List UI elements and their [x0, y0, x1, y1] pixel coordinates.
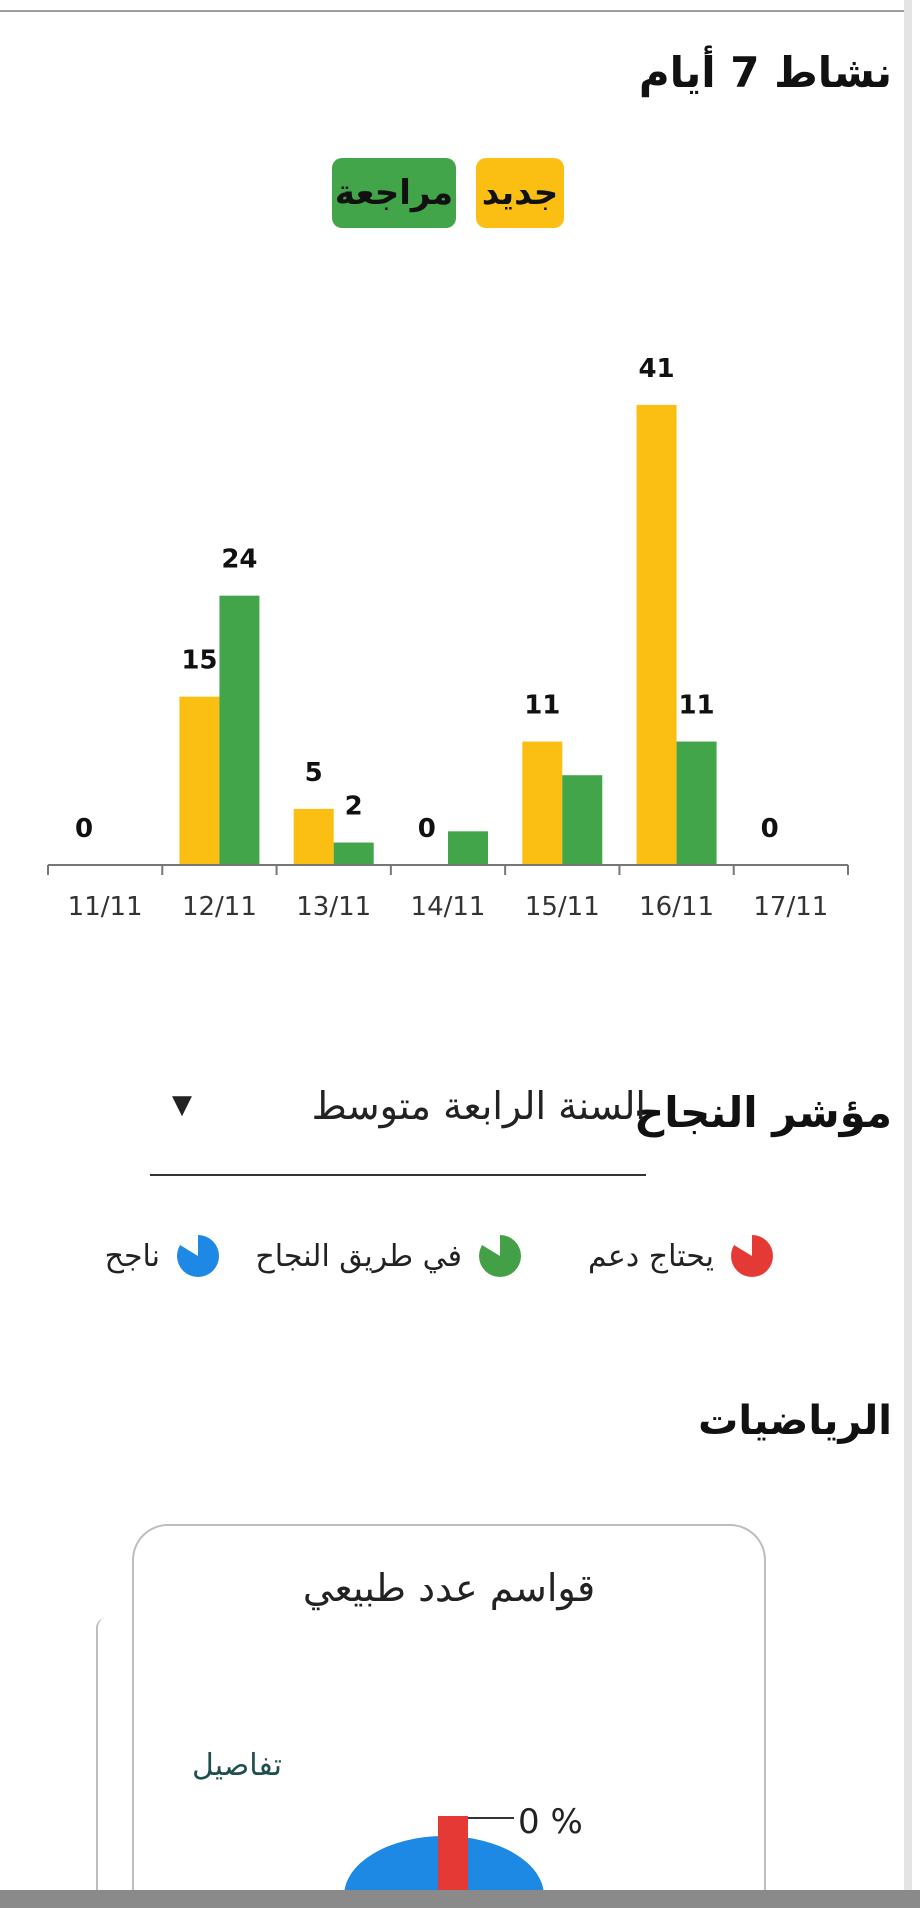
chart-data-label: 2 [345, 792, 363, 822]
chart-x-tick-label: 13/11 [296, 892, 371, 922]
chart-x-tick-label: 15/11 [525, 892, 600, 922]
legend-successful-label: ناجح [104, 1238, 160, 1274]
chart-bar [636, 404, 677, 865]
pie-blue-icon [177, 1234, 219, 1277]
legend-new-chip[interactable]: جديد [476, 158, 564, 228]
chart-x-tick-label: 12/11 [182, 892, 257, 922]
chart-data-label: 41 [638, 354, 674, 384]
chart-x-tick-label: 16/11 [639, 892, 714, 922]
legend-needs-support: يحتاج دعم [588, 1232, 776, 1280]
chart-bar [448, 831, 488, 865]
chart-bar [676, 741, 717, 865]
grade-level-dropdown[interactable]: السنة الرابعة متوسط ▼ [150, 1080, 646, 1176]
lesson-card[interactable]: قواسم عدد طبيعي تفاصيل 0 % [132, 1524, 766, 1892]
chart-bar [179, 696, 220, 865]
previous-card-edge[interactable] [96, 1618, 126, 1890]
activity-title: نشاط 7 أيام [638, 48, 892, 97]
screen: نشاط 7 أيام جديد مراجعة 11/11 12/11 13/11 1… [0, 0, 912, 1908]
success-indicator-title: مؤشر النجاح [633, 1088, 892, 1137]
legend-review-chip[interactable]: مراجعة [332, 158, 456, 228]
progress-percent: 0 % [518, 1802, 583, 1842]
chart-data-label: 11 [678, 691, 714, 721]
legend-on-track-label: في طريق النجاح [255, 1238, 462, 1274]
chart-data-label: 24 [221, 545, 257, 575]
dropdown-arrow-icon: ▼ [172, 1090, 192, 1120]
details-link[interactable]: تفاصيل [192, 1748, 282, 1783]
chart-bar [219, 595, 260, 865]
lesson-card-title: قواسم عدد طبيعي [302, 1566, 596, 1610]
screen-edge [904, 0, 912, 1908]
pie-green-icon [479, 1234, 521, 1277]
subject-title: الرياضيات [698, 1398, 892, 1444]
legend-on-track: في طريق النجاح [255, 1232, 524, 1280]
legend-needs-support-label: يحتاج دعم [587, 1238, 714, 1274]
dropdown-selected-value: السنة الرابعة متوسط [311, 1084, 646, 1128]
top-divider [0, 10, 912, 12]
chart-data-label: 11 [524, 691, 560, 721]
pie-red-icon [731, 1234, 773, 1277]
chart-x-tick-label: 11/11 [68, 892, 143, 922]
chart-data-label: 0 [418, 814, 436, 844]
chart-bar [522, 741, 563, 865]
chart-data-label: 0 [761, 814, 779, 844]
chart-data-label: 15 [181, 646, 217, 676]
bottom-bar [0, 1890, 920, 1908]
chart-x-tick-label: 17/11 [753, 892, 828, 922]
chart-bar [293, 808, 334, 865]
chart-data-label: 5 [305, 758, 323, 788]
legend-successful: ناجح [105, 1232, 222, 1280]
chart-bar [562, 775, 603, 865]
chart-data-label: 0 [75, 814, 93, 844]
chart-x-tick-label: 14/11 [411, 892, 486, 922]
chart-bar [333, 842, 374, 865]
activity-bar-chart: 11/11 12/11 13/11 14/11 15/11 16/11 17/1101524… [47, 354, 849, 922]
